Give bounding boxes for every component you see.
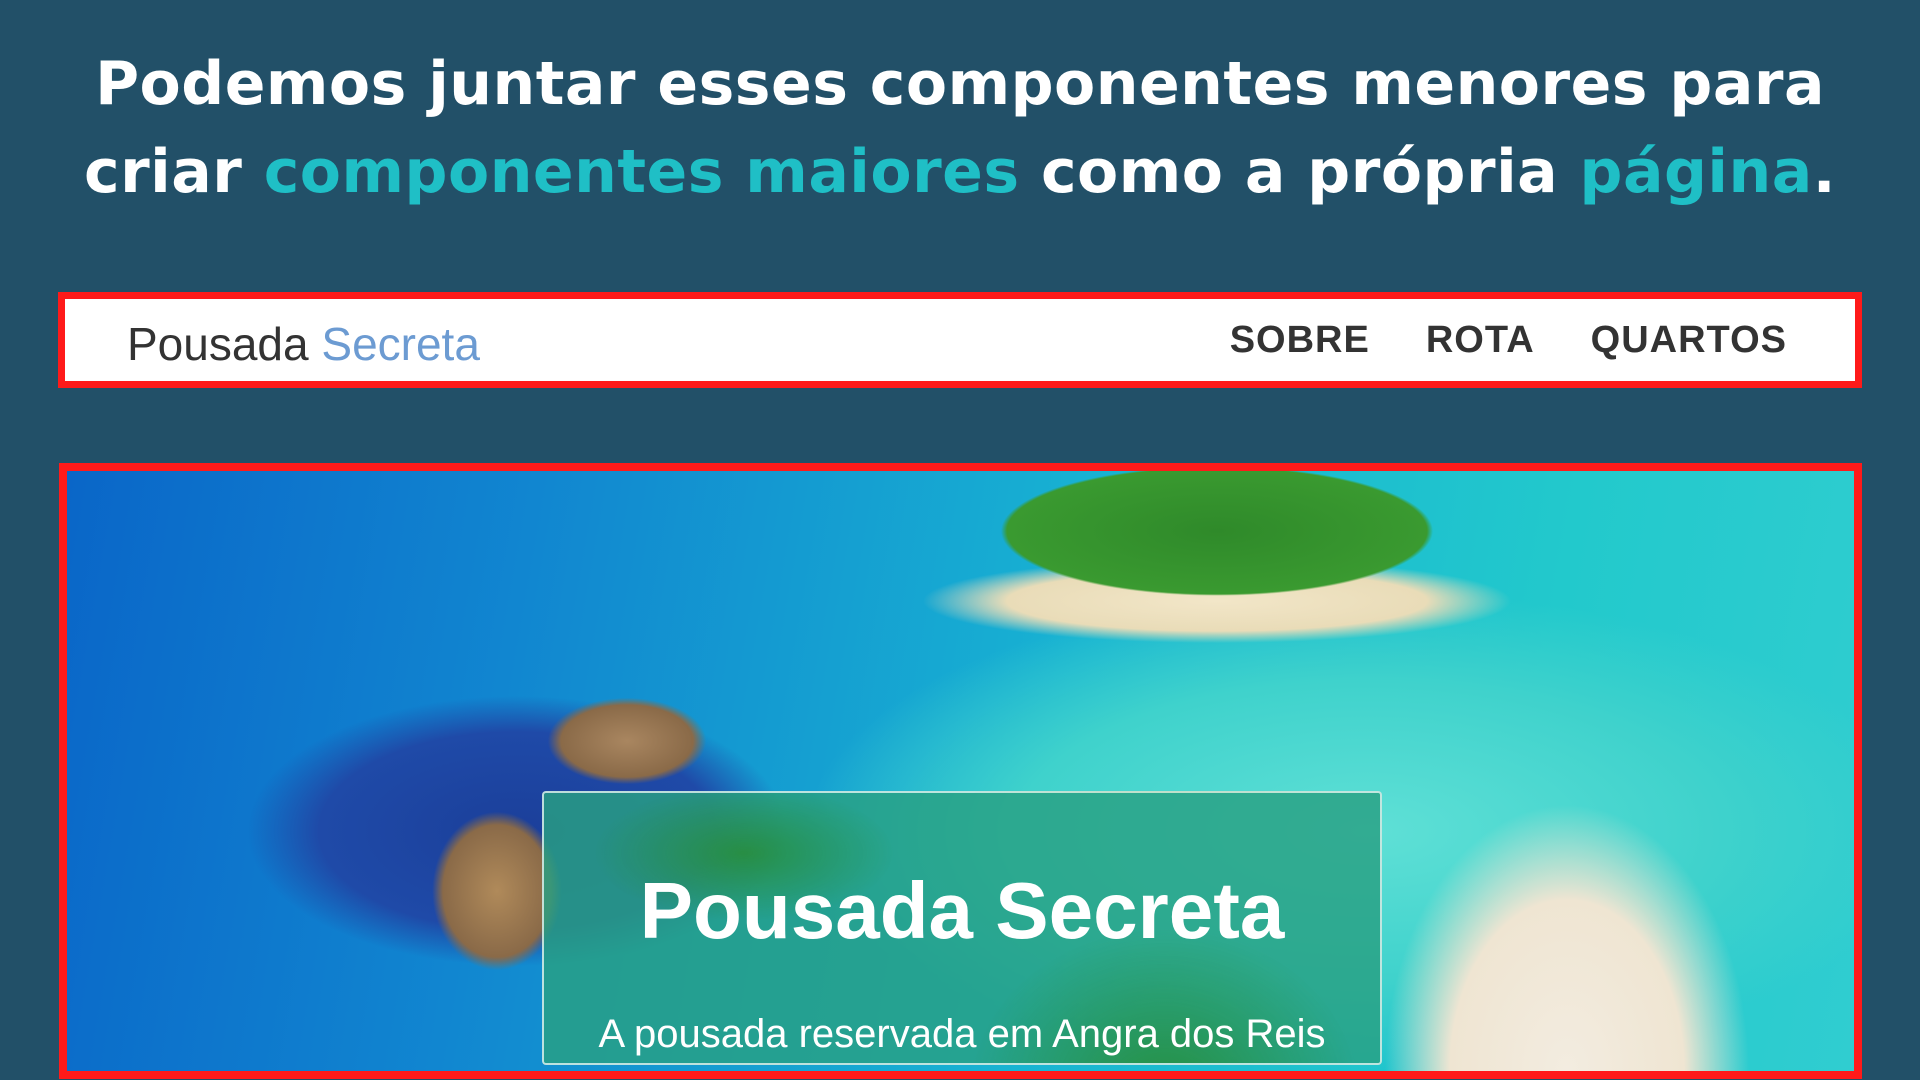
logo-text: Pousada [127,318,322,370]
headline-text: criar [84,137,264,207]
headline: Podemos juntar esses componentes menores… [0,40,1920,216]
headline-text: como a própria [1019,137,1580,207]
headline-highlight: página [1579,137,1813,207]
hero-title: Pousada Secreta [639,866,1285,955]
logo[interactable]: Pousada Secreta [127,317,480,371]
hero-subtitle: A pousada reservada em Angra dos Reis [598,1012,1326,1056]
headline-line-1: Podemos juntar esses componentes menores… [95,49,1825,119]
nav-item-rota[interactable]: ROTA [1426,319,1535,362]
nav-item-quartos[interactable]: QUARTOS [1591,319,1787,362]
navbar-component: Pousada Secreta SOBRE ROTA QUARTOS [58,292,1862,388]
hero-card: Pousada Secreta A pousada reservada em A… [542,791,1382,1065]
nav-item-sobre[interactable]: SOBRE [1230,319,1370,362]
headline-highlight: componentes maiores [263,137,1020,207]
headline-line-2: criar componentes maiores como a própria… [0,128,1920,216]
nav-menu: SOBRE ROTA QUARTOS [1230,319,1787,362]
headline-text: . [1812,137,1836,207]
logo-accent-text: Secreta [321,318,480,370]
hero-component: Pousada Secreta A pousada reservada em A… [59,463,1862,1079]
